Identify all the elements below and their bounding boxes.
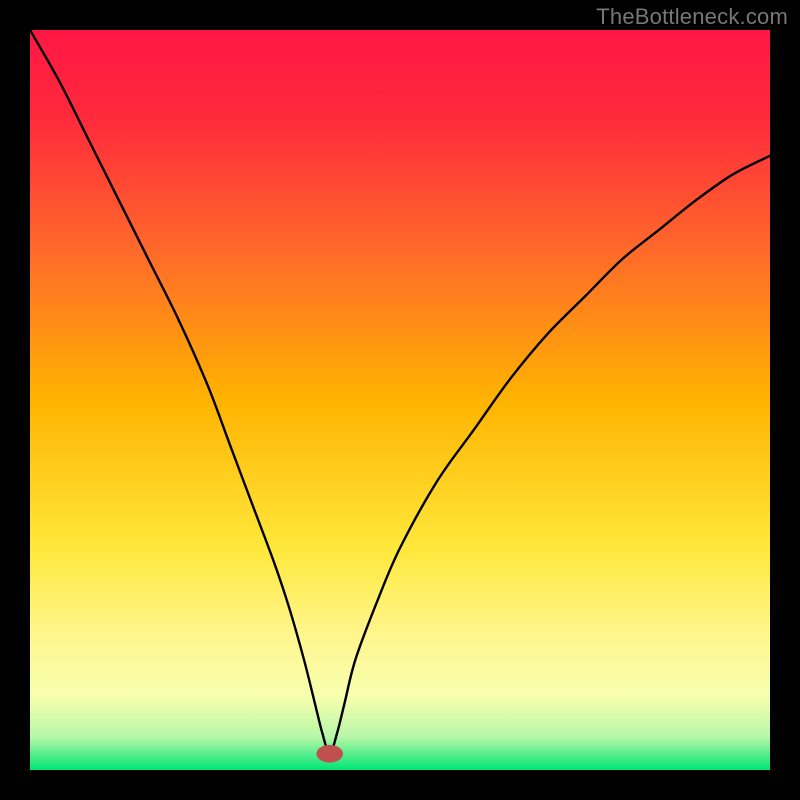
optimal-point-marker — [316, 745, 343, 763]
chart-background — [30, 30, 770, 770]
watermark-text: TheBottleneck.com — [596, 4, 788, 30]
chart-svg — [30, 30, 770, 770]
chart-frame: TheBottleneck.com — [0, 0, 800, 800]
chart-plot-area — [30, 30, 770, 770]
